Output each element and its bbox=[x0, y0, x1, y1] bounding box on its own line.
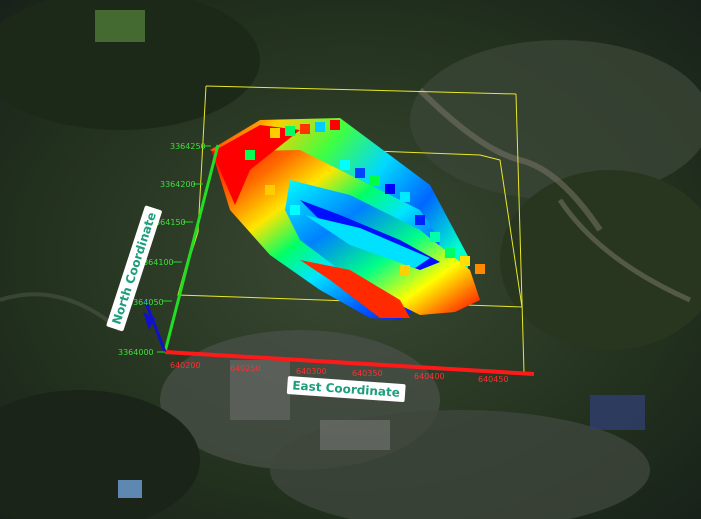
3d-viewport[interactable]: 3364000 3364050 3364100 3364150 3364200 … bbox=[0, 0, 701, 519]
y-tick-label: 3364200 bbox=[160, 180, 196, 189]
x-tick-label: 640300 bbox=[296, 367, 327, 376]
x-tick-label: 640400 bbox=[414, 372, 445, 381]
x-tick-label: 640350 bbox=[352, 369, 383, 378]
x-tick-label: 640450 bbox=[478, 375, 509, 384]
y-tick-label: 3364250 bbox=[170, 142, 206, 151]
x-tick-label: 640200 bbox=[170, 361, 201, 370]
y-tick-label: 3364000 bbox=[118, 348, 154, 357]
x-tick-label: 640250 bbox=[230, 364, 261, 373]
